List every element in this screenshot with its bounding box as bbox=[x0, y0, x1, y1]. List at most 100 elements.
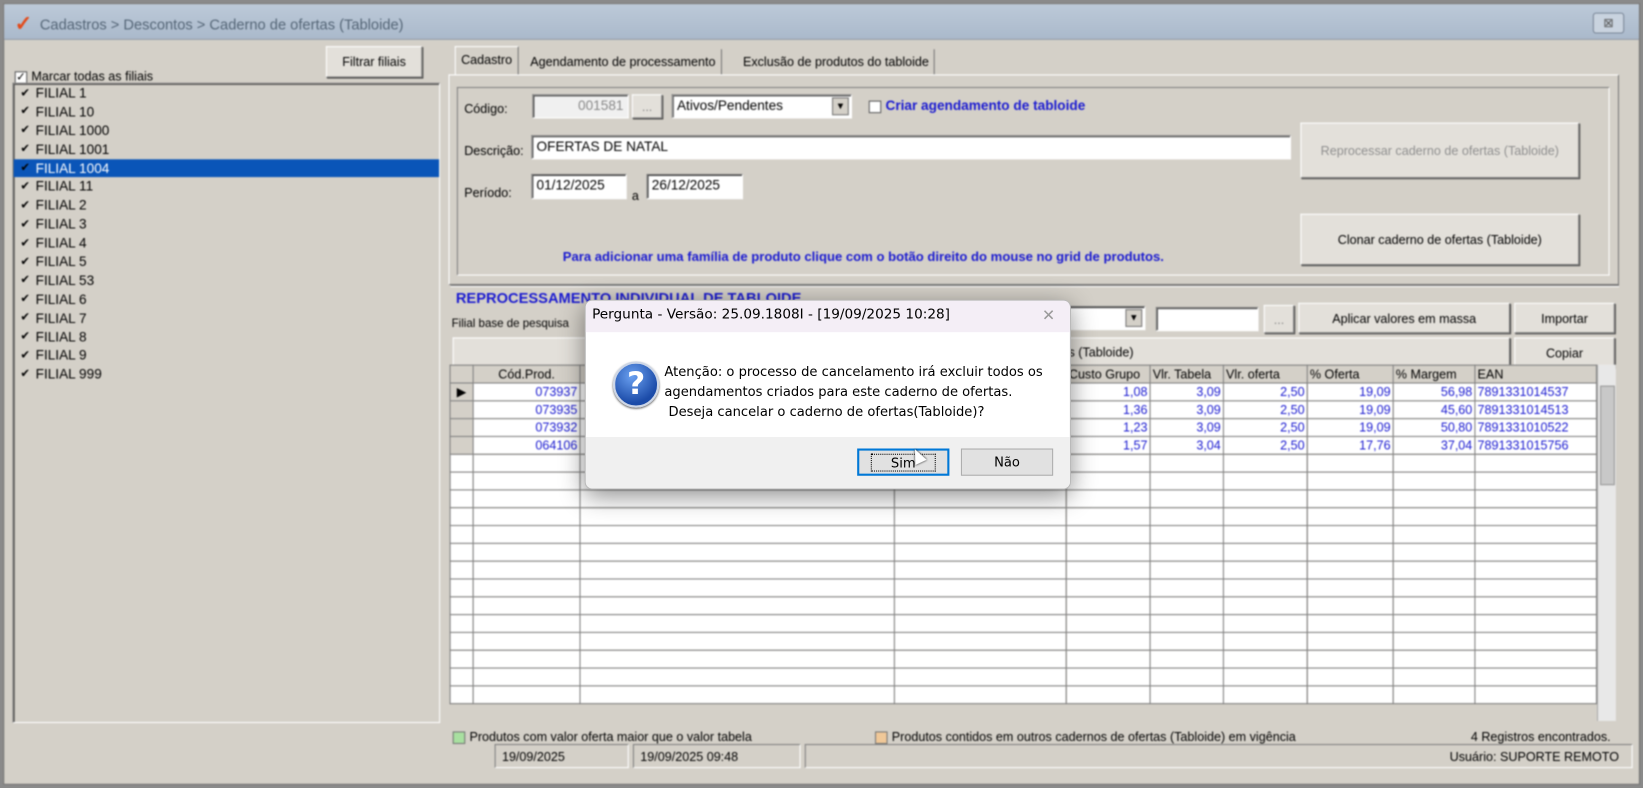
table-cell[interactable]: 37,04 bbox=[1392, 435, 1476, 455]
no-button[interactable]: Não bbox=[960, 448, 1054, 476]
table-cell[interactable]: 7891331014513 bbox=[1474, 400, 1597, 420]
checkbox-checked-icon[interactable]: ✔ bbox=[19, 106, 32, 119]
table-cell[interactable] bbox=[579, 578, 895, 598]
branch-item[interactable]: ✔ FILIAL 53 bbox=[14, 271, 439, 290]
table-cell[interactable] bbox=[472, 596, 581, 616]
table-cell[interactable] bbox=[1306, 453, 1394, 473]
branch-item[interactable]: ✔ FILIAL 1001 bbox=[14, 140, 439, 159]
branch-item[interactable]: ✔ FILIAL 11 bbox=[14, 178, 439, 197]
table-cell[interactable] bbox=[1474, 685, 1597, 705]
mass-value-input[interactable] bbox=[1155, 307, 1259, 332]
table-cell[interactable] bbox=[1149, 507, 1224, 527]
table-cell[interactable] bbox=[1065, 685, 1151, 705]
table-cell[interactable] bbox=[1392, 524, 1476, 544]
checkbox-checked-icon[interactable]: ✔ bbox=[19, 256, 32, 269]
table-cell[interactable] bbox=[1222, 524, 1308, 544]
apply-mass-values-button[interactable]: Aplicar valores em massa bbox=[1298, 302, 1511, 334]
table-cell[interactable]: 1,08 bbox=[1065, 382, 1151, 402]
branch-list[interactable]: ✔ FILIAL 1 ✔ FILIAL 10 ✔ FILIAL 1000 ✔ FILIAL 1… bbox=[12, 82, 441, 724]
table-cell[interactable]: 2,50 bbox=[1222, 382, 1308, 402]
checkbox-checked-icon[interactable]: ✔ bbox=[19, 218, 32, 232]
table-cell[interactable] bbox=[1392, 649, 1476, 669]
descricao-field[interactable]: OFERTAS DE NATAL bbox=[531, 135, 1292, 160]
checkbox-checked-icon[interactable]: ✔ bbox=[19, 200, 32, 213]
table-cell[interactable] bbox=[579, 596, 895, 616]
table-cell[interactable] bbox=[1222, 685, 1308, 705]
table-cell[interactable] bbox=[1065, 507, 1151, 527]
table-row[interactable] bbox=[449, 489, 1597, 509]
table-cell[interactable] bbox=[1065, 578, 1151, 598]
branch-item[interactable]: ✔ FILIAL 5 bbox=[14, 253, 439, 272]
table-cell[interactable] bbox=[579, 542, 895, 562]
grid-scrollbar[interactable] bbox=[1596, 364, 1616, 721]
table-cell[interactable] bbox=[1306, 596, 1394, 616]
table-cell[interactable] bbox=[472, 453, 581, 473]
table-cell[interactable] bbox=[472, 614, 581, 633]
table-cell[interactable] bbox=[1392, 596, 1476, 616]
table-cell[interactable]: 073937 bbox=[472, 382, 581, 402]
table-cell[interactable] bbox=[579, 560, 895, 580]
table-row[interactable] bbox=[449, 667, 1597, 687]
table-row[interactable] bbox=[449, 685, 1597, 705]
table-cell[interactable]: 7891331015756 bbox=[1474, 435, 1597, 455]
table-cell[interactable]: 073932 bbox=[472, 418, 581, 437]
table-cell[interactable] bbox=[1149, 649, 1224, 669]
table-cell[interactable]: 50,80 bbox=[1392, 418, 1476, 437]
table-cell[interactable]: 3,09 bbox=[1149, 400, 1224, 420]
branch-item[interactable]: ✔ FILIAL 8 bbox=[14, 328, 439, 347]
table-cell[interactable]: 2,50 bbox=[1222, 400, 1308, 420]
table-cell[interactable]: 7891331014537 bbox=[1474, 382, 1597, 402]
table-cell[interactable] bbox=[1065, 596, 1151, 616]
table-cell[interactable] bbox=[1306, 578, 1394, 598]
column-header[interactable]: Vlr. oferta bbox=[1222, 364, 1308, 384]
table-cell[interactable] bbox=[1149, 685, 1224, 705]
table-cell[interactable] bbox=[1222, 614, 1308, 633]
checkbox-checked-icon[interactable]: ✔ bbox=[19, 350, 32, 363]
table-cell[interactable] bbox=[893, 524, 1067, 544]
status-select[interactable]: Ativos/Pendentes ▼ bbox=[671, 94, 852, 119]
table-cell[interactable]: 2,50 bbox=[1222, 435, 1308, 455]
table-cell[interactable] bbox=[472, 685, 581, 705]
table-cell[interactable] bbox=[1474, 524, 1597, 544]
table-cell[interactable] bbox=[893, 631, 1067, 651]
codigo-field[interactable]: 001581 bbox=[532, 94, 629, 119]
table-cell[interactable]: 1,57 bbox=[1065, 435, 1151, 455]
table-cell[interactable] bbox=[1149, 524, 1224, 544]
table-cell[interactable] bbox=[893, 685, 1067, 705]
dialog-close-icon[interactable]: ✕ bbox=[1042, 306, 1055, 325]
table-cell[interactable] bbox=[472, 489, 581, 509]
table-cell[interactable] bbox=[472, 471, 581, 491]
table-cell[interactable] bbox=[893, 507, 1067, 527]
table-cell[interactable] bbox=[1474, 560, 1597, 580]
table-cell[interactable] bbox=[1065, 489, 1151, 509]
table-cell[interactable] bbox=[1306, 649, 1394, 669]
table-cell[interactable] bbox=[1222, 649, 1308, 669]
column-header[interactable]: Cód.Prod. bbox=[472, 364, 581, 384]
checkbox-checked-icon[interactable]: ✔ bbox=[19, 181, 32, 194]
table-cell[interactable] bbox=[1474, 453, 1597, 473]
table-cell[interactable] bbox=[1392, 507, 1476, 527]
table-cell[interactable]: 2,50 bbox=[1222, 418, 1308, 437]
copy-button[interactable]: Copiar bbox=[1514, 337, 1615, 368]
table-cell[interactable]: 45,60 bbox=[1392, 400, 1476, 420]
table-row[interactable] bbox=[449, 578, 1597, 598]
table-cell[interactable] bbox=[893, 596, 1067, 616]
table-cell[interactable] bbox=[1065, 524, 1151, 544]
branch-item[interactable]: ✔ FILIAL 999 bbox=[14, 365, 439, 384]
table-row[interactable] bbox=[449, 507, 1597, 527]
table-cell[interactable]: 1,36 bbox=[1065, 400, 1151, 420]
table-cell[interactable] bbox=[1306, 471, 1394, 491]
table-cell[interactable] bbox=[1392, 453, 1476, 473]
table-cell[interactable] bbox=[1149, 471, 1224, 491]
table-cell[interactable] bbox=[893, 614, 1067, 633]
table-cell[interactable] bbox=[893, 667, 1067, 687]
checkbox-checked-icon[interactable]: ✔ bbox=[19, 275, 32, 288]
checkbox-checked-icon[interactable]: ✔ bbox=[19, 87, 32, 101]
end-date-field[interactable]: 26/12/2025 bbox=[646, 173, 743, 200]
table-cell[interactable] bbox=[1222, 667, 1308, 687]
branch-item[interactable]: ✔ FILIAL 1 bbox=[14, 84, 439, 103]
table-row[interactable] bbox=[449, 560, 1597, 580]
table-cell[interactable] bbox=[472, 631, 581, 651]
tab-cadastro[interactable]: Cadastro bbox=[454, 46, 519, 76]
branch-item[interactable]: ✔ FILIAL 2 bbox=[14, 196, 439, 215]
